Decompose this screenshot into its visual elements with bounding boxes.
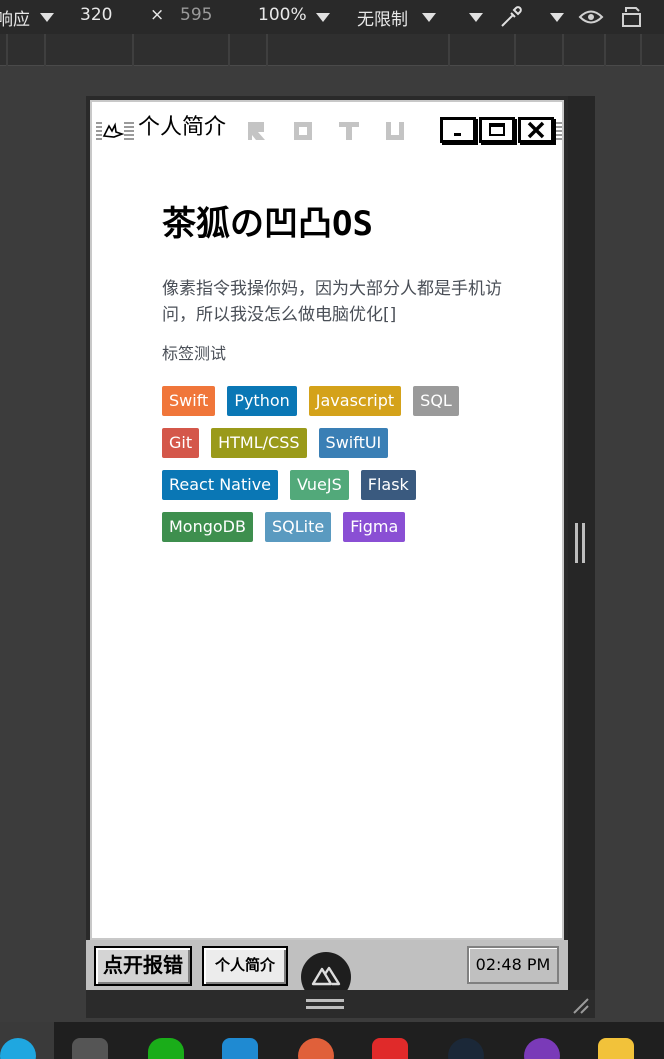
github-desktop-icon[interactable] xyxy=(524,1038,560,1059)
tag-chip: SQL xyxy=(413,386,459,416)
resize-handle-right[interactable] xyxy=(575,523,586,563)
ghost-icon-r xyxy=(248,122,265,140)
dimension-separator: × xyxy=(150,5,165,25)
device-ruler xyxy=(0,34,664,66)
maximize-button[interactable] xyxy=(479,117,515,143)
steam-icon[interactable] xyxy=(448,1038,484,1059)
tag-chip: MongoDB xyxy=(162,512,253,542)
tag-chip: Figma xyxy=(343,512,406,542)
minimize-icon xyxy=(454,133,461,136)
device-toolbar: 响应 320 × 595 100% 无限制 xyxy=(0,0,664,34)
chevron-down-icon[interactable] xyxy=(316,13,330,22)
ghost-icon-u xyxy=(386,122,404,140)
netease-music-icon[interactable] xyxy=(372,1038,408,1059)
height-input[interactable]: 595 xyxy=(180,5,212,25)
close-button[interactable] xyxy=(518,117,554,143)
wechat-icon[interactable] xyxy=(148,1038,184,1059)
resize-handle-bottom[interactable] xyxy=(86,990,595,1018)
app-taskbar: 点开报错 个人简介 02:48 PM xyxy=(86,940,568,1002)
profile-description: 像素指令我操你妈，因为大部分人都是手机访问，所以我没怎么做电脑优化[] xyxy=(162,279,502,325)
chevron-down-icon[interactable] xyxy=(422,13,436,22)
minimize-button[interactable] xyxy=(440,117,476,143)
ghost-icon-t xyxy=(339,122,359,140)
ghost-icon-o xyxy=(294,122,312,140)
profile-content: 茶狐の凹凸OS 像素指令我操你妈，因为大部分人都是手机访问，所以我没怎么做电脑优… xyxy=(162,202,502,554)
throttle-select[interactable]: 无限制 xyxy=(357,5,408,30)
file-explorer-icon[interactable] xyxy=(598,1038,634,1059)
maximize-icon xyxy=(489,123,505,136)
tag-list: Swift Python Javascript SQL Git HTML/CSS Swift… xyxy=(162,386,502,554)
tag-chip: Flask xyxy=(360,470,416,500)
tag-chip: Swift xyxy=(162,386,216,416)
tag-chip: Git xyxy=(162,428,200,458)
taskbar-clock: 02:48 PM xyxy=(467,946,559,984)
device-viewport: 个人简介 茶狐の凹凸OS 像素指令我操你妈，因为大部分人都是手机访问，所以我没怎… xyxy=(86,96,568,1002)
tag-chip: SwiftUI xyxy=(318,428,389,458)
window-profile: 个人简介 茶狐の凹凸OS 像素指令我操你妈，因为大部分人都是手机访问，所以我没怎… xyxy=(90,100,564,940)
eyedropper-icon[interactable] xyxy=(498,4,524,30)
eye-icon[interactable] xyxy=(578,6,604,28)
tag-chip: Python xyxy=(227,386,297,416)
os-taskbar xyxy=(0,1022,664,1059)
tag-chip: HTML/CSS xyxy=(211,428,307,458)
vscode-icon[interactable] xyxy=(222,1038,258,1059)
terminal-icon[interactable] xyxy=(72,1038,108,1059)
tag-chip: Javascript xyxy=(308,386,402,416)
chevron-down-icon[interactable] xyxy=(40,13,54,22)
width-input[interactable]: 320 xyxy=(80,5,112,25)
page-title: 茶狐の凹凸OS xyxy=(162,204,373,244)
tags-heading: 标签测试 xyxy=(162,344,227,363)
zoom-select[interactable]: 100% xyxy=(258,5,307,25)
error-report-button[interactable]: 点开报错 xyxy=(94,946,192,986)
chevron-down-icon[interactable] xyxy=(469,13,483,22)
responsive-label[interactable]: 响应 xyxy=(0,5,30,30)
window-titlebar[interactable]: 个人简介 xyxy=(94,110,562,150)
taskbar-window-profile[interactable]: 个人简介 xyxy=(202,946,288,986)
app-swirl-icon[interactable] xyxy=(298,1038,334,1059)
tag-chip: React Native xyxy=(162,470,279,500)
fox-logo-icon xyxy=(102,122,125,140)
tag-chip: VueJS xyxy=(290,470,349,500)
tag-chip: SQLite xyxy=(264,512,332,542)
chevron-down-icon[interactable] xyxy=(550,13,564,22)
close-icon xyxy=(527,121,545,139)
resize-corner-icon[interactable] xyxy=(570,995,590,1015)
rotate-icon[interactable] xyxy=(620,4,646,30)
window-title: 个人简介 xyxy=(134,113,231,143)
